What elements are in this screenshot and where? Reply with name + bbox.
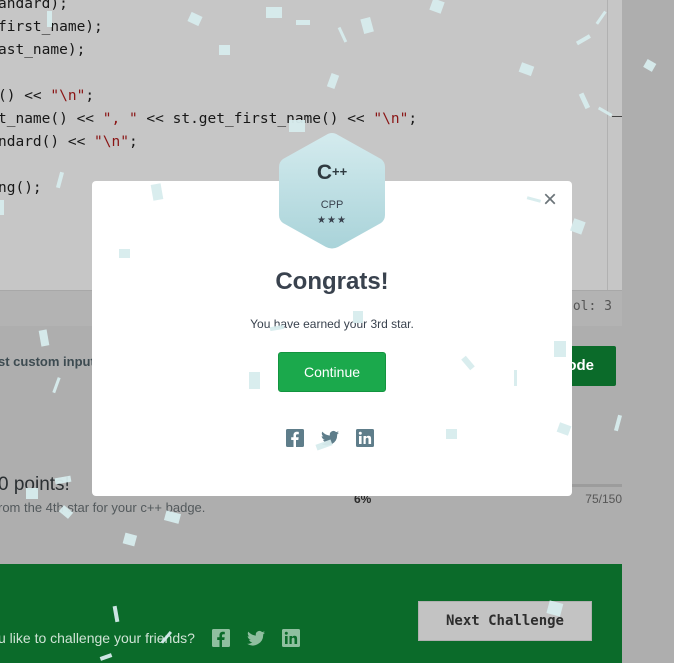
code-line: () << "\n"; — [0, 85, 94, 108]
progress-count: 75/150 — [585, 492, 622, 506]
code-text: t_name() << — [0, 111, 103, 127]
twitter-icon[interactable] — [320, 428, 340, 448]
code-text: ; — [85, 88, 95, 104]
facebook-icon[interactable] — [285, 428, 305, 448]
cpp-logo: C++ — [277, 161, 387, 185]
code-text: () << — [0, 88, 51, 104]
code-text: ast_name); — [0, 42, 86, 58]
code-text: first_name); — [0, 19, 103, 35]
code-string-literal: ", " — [102, 111, 138, 127]
code-text: << st.get_first_name() << — [137, 111, 374, 127]
modal-message: You have earned your 3rd star. — [250, 317, 414, 331]
cpp-logo-plus: ++ — [331, 164, 348, 179]
code-string-literal: "\n" — [373, 111, 409, 127]
code-line: ng(); — [0, 177, 42, 200]
badge-label: CPP — [320, 199, 344, 211]
hexagon-badge-icon — [279, 133, 385, 249]
cpp-logo-letter: C — [316, 161, 332, 184]
points-description: rom the 4th star for your c++ badge. — [0, 500, 206, 515]
next-challenge-button[interactable]: Next Challenge — [418, 601, 592, 641]
code-line: first_name); — [0, 16, 103, 39]
test-custom-input-label[interactable]: st custom input — [0, 354, 95, 369]
continue-button[interactable]: Continue — [278, 352, 386, 392]
code-line: andard); — [0, 0, 68, 16]
code-string-literal: "\n" — [50, 88, 86, 104]
code-string-literal: "\n" — [94, 134, 129, 150]
code-text: ; — [128, 134, 138, 150]
linkedin-icon[interactable] — [281, 628, 301, 648]
editor-marker — [612, 116, 622, 117]
code-line: ast_name); — [0, 39, 85, 62]
code-text: andard); — [0, 0, 68, 12]
code-text: ndard() << — [0, 134, 95, 150]
facebook-icon[interactable] — [211, 628, 231, 648]
badge-stars: ★★★ — [317, 215, 347, 226]
code-text: ; — [408, 111, 418, 127]
code-line: ndard() << "\n"; — [0, 131, 138, 154]
cursor-position: Col: 3 — [565, 299, 612, 314]
challenge-friends-text: u like to challenge your friends? — [0, 630, 195, 646]
linkedin-icon[interactable] — [355, 428, 375, 448]
close-modal-button[interactable]: × — [540, 188, 560, 212]
modal-title: Congrats! — [275, 268, 389, 295]
twitter-icon[interactable] — [246, 628, 266, 648]
code-text: ng(); — [0, 180, 42, 196]
code-line: t_name() << ", " << st.get_first_name() … — [0, 108, 417, 131]
cpp-badge: C++ CPP ★★★ — [277, 131, 387, 251]
points-heading: 0 points! — [0, 474, 70, 495]
editor-scrollbar[interactable] — [607, 0, 608, 290]
challenge-footer: u like to challenge your friends? Next C… — [0, 564, 622, 663]
